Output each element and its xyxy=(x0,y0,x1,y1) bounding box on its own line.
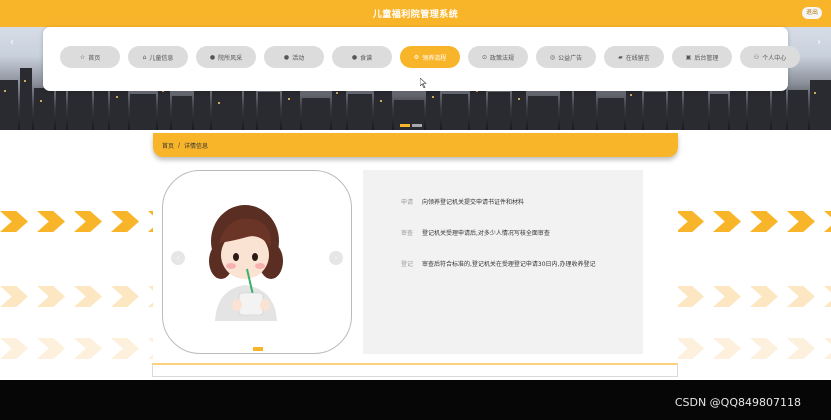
nav-item-icon: ⊙ xyxy=(481,53,487,61)
detail-row: 申请 向领养登记机关提交申请书证件和材料 xyxy=(363,197,643,206)
nav-item-7[interactable]: ◎ 公益广告 xyxy=(536,46,596,68)
breadcrumb: 首页 / 详情信息 xyxy=(153,133,678,157)
banner-dot[interactable] xyxy=(412,124,422,127)
chevron-decoration-right xyxy=(676,338,831,359)
nav-item-icon: ▰ xyxy=(618,53,623,61)
app-title: 儿童福利院管理系统 xyxy=(372,10,459,20)
detail-label: 申请 xyxy=(400,199,413,206)
detail-value: 审查后符合标准的,登记机关在受理登记申请30日内,办理收养登记 xyxy=(422,261,596,268)
nav-item-label: 首页 xyxy=(88,54,101,62)
chevron-decoration-left xyxy=(0,211,176,232)
image-next-icon[interactable]: › xyxy=(329,251,343,265)
nav-item-label: 公益广告 xyxy=(558,54,583,62)
mouse-cursor-icon xyxy=(420,78,427,88)
top-bar: 儿童福利院管理系统 退出 xyxy=(0,0,831,27)
detail-label: 审查 xyxy=(400,230,413,237)
chevron-decoration-left xyxy=(0,286,176,307)
detail-info: 申请 向领养登记机关提交申请书证件和材料 审查 登记机关受理申请后,对多少人情况… xyxy=(363,170,643,354)
nav-item-4[interactable]: ● 食谱 xyxy=(332,46,392,68)
nav-item-label: 食谱 xyxy=(360,54,373,62)
nav-item-label: 后台管理 xyxy=(694,54,719,62)
nav-item-icon: ⚇ xyxy=(753,53,760,61)
detail-value: 登记机关受理申请后,对多少人情况写核全面审查 xyxy=(422,230,550,237)
breadcrumb-home[interactable]: 首页 xyxy=(162,141,174,150)
nav-item-label: 儿童信息 xyxy=(149,54,174,62)
detail-label: 登记 xyxy=(400,261,413,268)
chevron-decoration-left xyxy=(0,338,176,359)
nav-item-6[interactable]: ⊙ 政策法规 xyxy=(468,46,528,68)
nav-item-icon: ⚙ xyxy=(413,53,420,61)
nav-item-label: 个人中心 xyxy=(762,54,787,62)
watermark-text: CSDN @QQ849807118 xyxy=(674,396,801,409)
nav-item-label: 在线留言 xyxy=(625,54,650,62)
nav-card: ☆ 首页 ⌂ 儿童信息 ● 院所风采 ● 活动 ● 食谱 ⚙ 领养流程 ⊙ 政策法规 ◎ 公益广告 ▰ 在线留言 ▣… xyxy=(43,27,800,91)
nav-item-icon: ● xyxy=(351,53,358,61)
detail-row: 审查 登记机关受理申请后,对多少人情况写核全面审查 xyxy=(363,228,643,237)
nav-item-icon: ◎ xyxy=(549,53,556,61)
image-carousel: ‹ › xyxy=(162,170,352,354)
logout-button[interactable]: 退出 xyxy=(802,7,822,19)
breadcrumb-current: 详情信息 xyxy=(184,142,209,150)
nav-item-3[interactable]: ● 活动 xyxy=(264,46,324,68)
nav-item-icon: ☆ xyxy=(79,53,86,61)
main-nav: ☆ 首页 ⌂ 儿童信息 ● 院所风采 ● 活动 ● 食谱 ⚙ 领养流程 ⊙ 政策法规 ◎ 公益广告 ▰ 在线留言 ▣… xyxy=(60,46,800,68)
child-illustration-image xyxy=(209,205,283,321)
nav-item-label: 政策法规 xyxy=(490,54,515,62)
nav-item-icon: ● xyxy=(283,53,290,61)
breadcrumb-separator: / xyxy=(178,141,181,149)
nav-item-10[interactable]: ⚇ 个人中心 xyxy=(740,46,800,68)
nav-item-8[interactable]: ▰ 在线留言 xyxy=(604,46,664,68)
nav-item-icon: ● xyxy=(209,53,216,61)
nav-item-label: 活动 xyxy=(292,54,305,62)
banner-dot[interactable] xyxy=(400,124,410,127)
nav-item-9[interactable]: ▣ 后台管理 xyxy=(672,46,732,68)
detail-value: 向领养登记机关提交申请书证件和材料 xyxy=(422,199,525,206)
nav-item-1[interactable]: ⌂ 儿童信息 xyxy=(128,46,188,68)
image-indicator[interactable] xyxy=(253,347,263,351)
nav-item-0[interactable]: ☆ 首页 xyxy=(60,46,120,68)
chevron-decoration-right xyxy=(676,211,831,232)
nav-item-icon: ⌂ xyxy=(142,53,147,61)
nav-item-label: 领养流程 xyxy=(422,54,447,62)
nav-item-icon: ▣ xyxy=(685,53,692,61)
banner-prev-icon[interactable]: ‹ xyxy=(10,37,14,48)
banner-indicators xyxy=(400,124,422,127)
chevron-decoration-right xyxy=(676,286,831,307)
detail-row: 登记 审查后符合标准的,登记机关在受理登记申请30日内,办理收养登记 xyxy=(363,259,643,268)
banner-next-icon[interactable]: › xyxy=(817,37,821,48)
nav-item-2[interactable]: ● 院所风采 xyxy=(196,46,256,68)
content-bottom-border xyxy=(152,363,678,377)
nav-item-5[interactable]: ⚙ 领养流程 xyxy=(400,46,460,68)
image-prev-icon[interactable]: ‹ xyxy=(171,251,185,265)
nav-item-label: 院所风采 xyxy=(218,54,243,62)
